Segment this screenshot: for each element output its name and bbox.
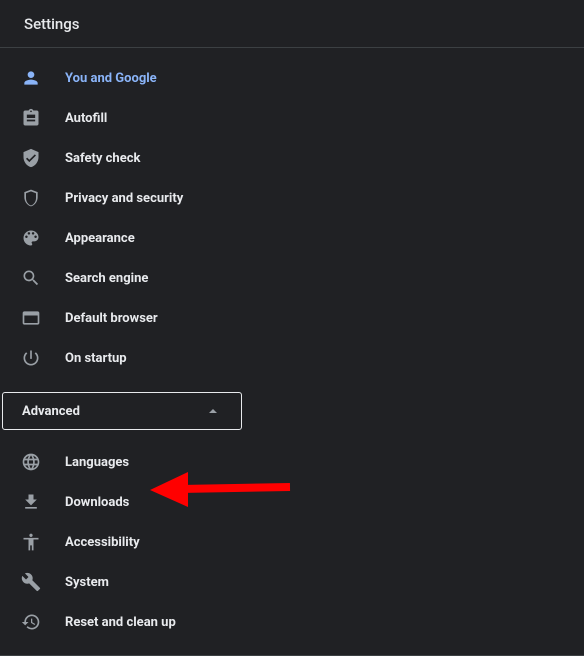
nav-item-accessibility[interactable]: Accessibility [0,522,584,562]
shield-icon [21,188,41,208]
nav-item-languages[interactable]: Languages [0,442,584,482]
nav-item-label: Safety check [65,151,140,166]
advanced-subnav: Languages Downloads Accessibility System [0,430,584,642]
nav-item-reset-and-clean-up[interactable]: Reset and clean up [0,602,584,642]
nav-item-autofill[interactable]: Autofill [0,98,584,138]
nav-item-safety-check[interactable]: Safety check [0,138,584,178]
power-icon [21,348,41,368]
globe-icon [21,452,41,472]
nav-item-you-and-google[interactable]: You and Google [0,58,584,98]
advanced-toggle[interactable]: Advanced [2,392,242,430]
page-title: Settings [24,15,80,33]
nav-item-label: Accessibility [65,535,140,550]
nav-item-label: System [65,575,109,590]
nav-item-appearance[interactable]: Appearance [0,218,584,258]
settings-nav: You and Google Autofill Safety check Pri… [0,48,584,656]
nav-item-label: Downloads [65,495,129,510]
nav-item-label: On startup [65,351,127,366]
verified-shield-icon [21,148,41,168]
nav-item-label: Search engine [65,271,148,286]
caret-up-icon [209,409,217,413]
nav-item-label: You and Google [65,71,157,86]
search-icon [21,268,41,288]
download-icon [21,492,41,512]
nav-item-default-browser[interactable]: Default browser [0,298,584,338]
nav-item-privacy-and-security[interactable]: Privacy and security [0,178,584,218]
nav-item-system[interactable]: System [0,562,584,602]
nav-item-on-startup[interactable]: On startup [0,338,584,378]
person-icon [21,68,41,88]
browser-icon [21,308,41,328]
nav-item-label: Appearance [65,231,135,246]
nav-item-label: Autofill [65,111,107,126]
assignment-icon [21,108,41,128]
nav-item-label: Reset and clean up [65,615,176,630]
wrench-icon [21,572,41,592]
accessibility-icon [21,532,41,552]
palette-icon [21,228,41,248]
nav-item-search-engine[interactable]: Search engine [0,258,584,298]
nav-item-label: Privacy and security [65,191,183,206]
nav-item-downloads[interactable]: Downloads [0,482,584,522]
settings-header: Settings [0,0,584,48]
restore-icon [21,612,41,632]
nav-item-label: Default browser [65,311,158,326]
nav-item-label: Languages [65,455,129,470]
advanced-label: Advanced [22,404,209,419]
